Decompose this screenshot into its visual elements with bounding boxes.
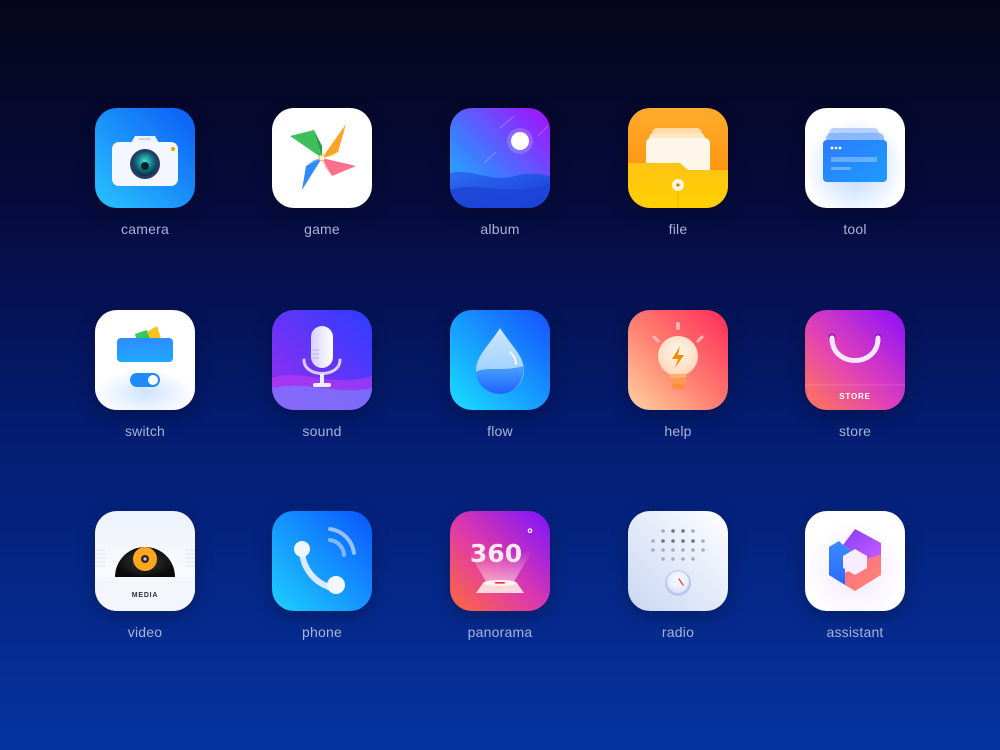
app-label: flow xyxy=(487,423,513,439)
app-label: panorama xyxy=(467,624,533,640)
microphone-icon[interactable] xyxy=(272,310,372,410)
water-drop-icon[interactable] xyxy=(450,310,550,410)
app-panorama[interactable]: 360 ° panorama xyxy=(430,511,570,661)
store-badge-text: STORE xyxy=(839,392,870,401)
app-album[interactable]: album xyxy=(430,108,570,258)
app-label: video xyxy=(127,624,163,640)
app-label: help xyxy=(664,423,692,439)
app-assistant[interactable]: assistant xyxy=(785,511,925,661)
app-label: file xyxy=(668,221,688,237)
app-flow[interactable]: flow xyxy=(430,310,570,460)
app-label: camera xyxy=(121,221,169,237)
app-store[interactable]: STORE store xyxy=(785,310,925,460)
window-cards-icon[interactable] xyxy=(805,108,905,208)
shopping-bag-icon[interactable]: STORE xyxy=(805,310,905,410)
degree-symbol: ° xyxy=(527,527,534,543)
app-label: assistant xyxy=(826,624,884,640)
app-video[interactable]: MEDIA video xyxy=(75,511,215,661)
app-camera[interactable]: camera xyxy=(75,108,215,258)
app-label: sound xyxy=(302,423,342,439)
vinyl-record-icon[interactable]: MEDIA xyxy=(95,511,195,611)
radio-speaker-icon[interactable] xyxy=(628,511,728,611)
lightbulb-icon[interactable] xyxy=(628,310,728,410)
app-label: radio xyxy=(661,624,695,640)
app-file[interactable]: file xyxy=(608,108,748,258)
app-label: album xyxy=(480,221,520,237)
app-label: store xyxy=(838,423,872,439)
wallet-toggle-icon[interactable] xyxy=(95,310,195,410)
app-phone[interactable]: phone xyxy=(252,511,392,661)
app-radio[interactable]: radio xyxy=(608,511,748,661)
app-label: switch xyxy=(124,423,166,439)
app-tool[interactable]: tool xyxy=(785,108,925,258)
app-sound[interactable]: sound xyxy=(252,310,392,460)
landscape-icon[interactable] xyxy=(450,108,550,208)
hexagon-assistant-icon[interactable] xyxy=(805,511,905,611)
panorama-360-text: 360 xyxy=(470,539,522,568)
phone-handset-icon[interactable] xyxy=(272,511,372,611)
hologram-360-icon[interactable]: 360 ° xyxy=(450,511,550,611)
app-switch[interactable]: switch xyxy=(75,310,215,460)
camera-icon[interactable] xyxy=(95,108,195,208)
app-game[interactable]: game xyxy=(252,108,392,258)
app-help[interactable]: help xyxy=(608,310,748,460)
app-label: phone xyxy=(302,624,342,640)
folder-icon[interactable] xyxy=(628,108,728,208)
pinwheel-icon[interactable] xyxy=(272,108,372,208)
media-badge-text: MEDIA xyxy=(132,592,159,599)
app-label: game xyxy=(304,221,340,237)
app-label: tool xyxy=(843,221,867,237)
